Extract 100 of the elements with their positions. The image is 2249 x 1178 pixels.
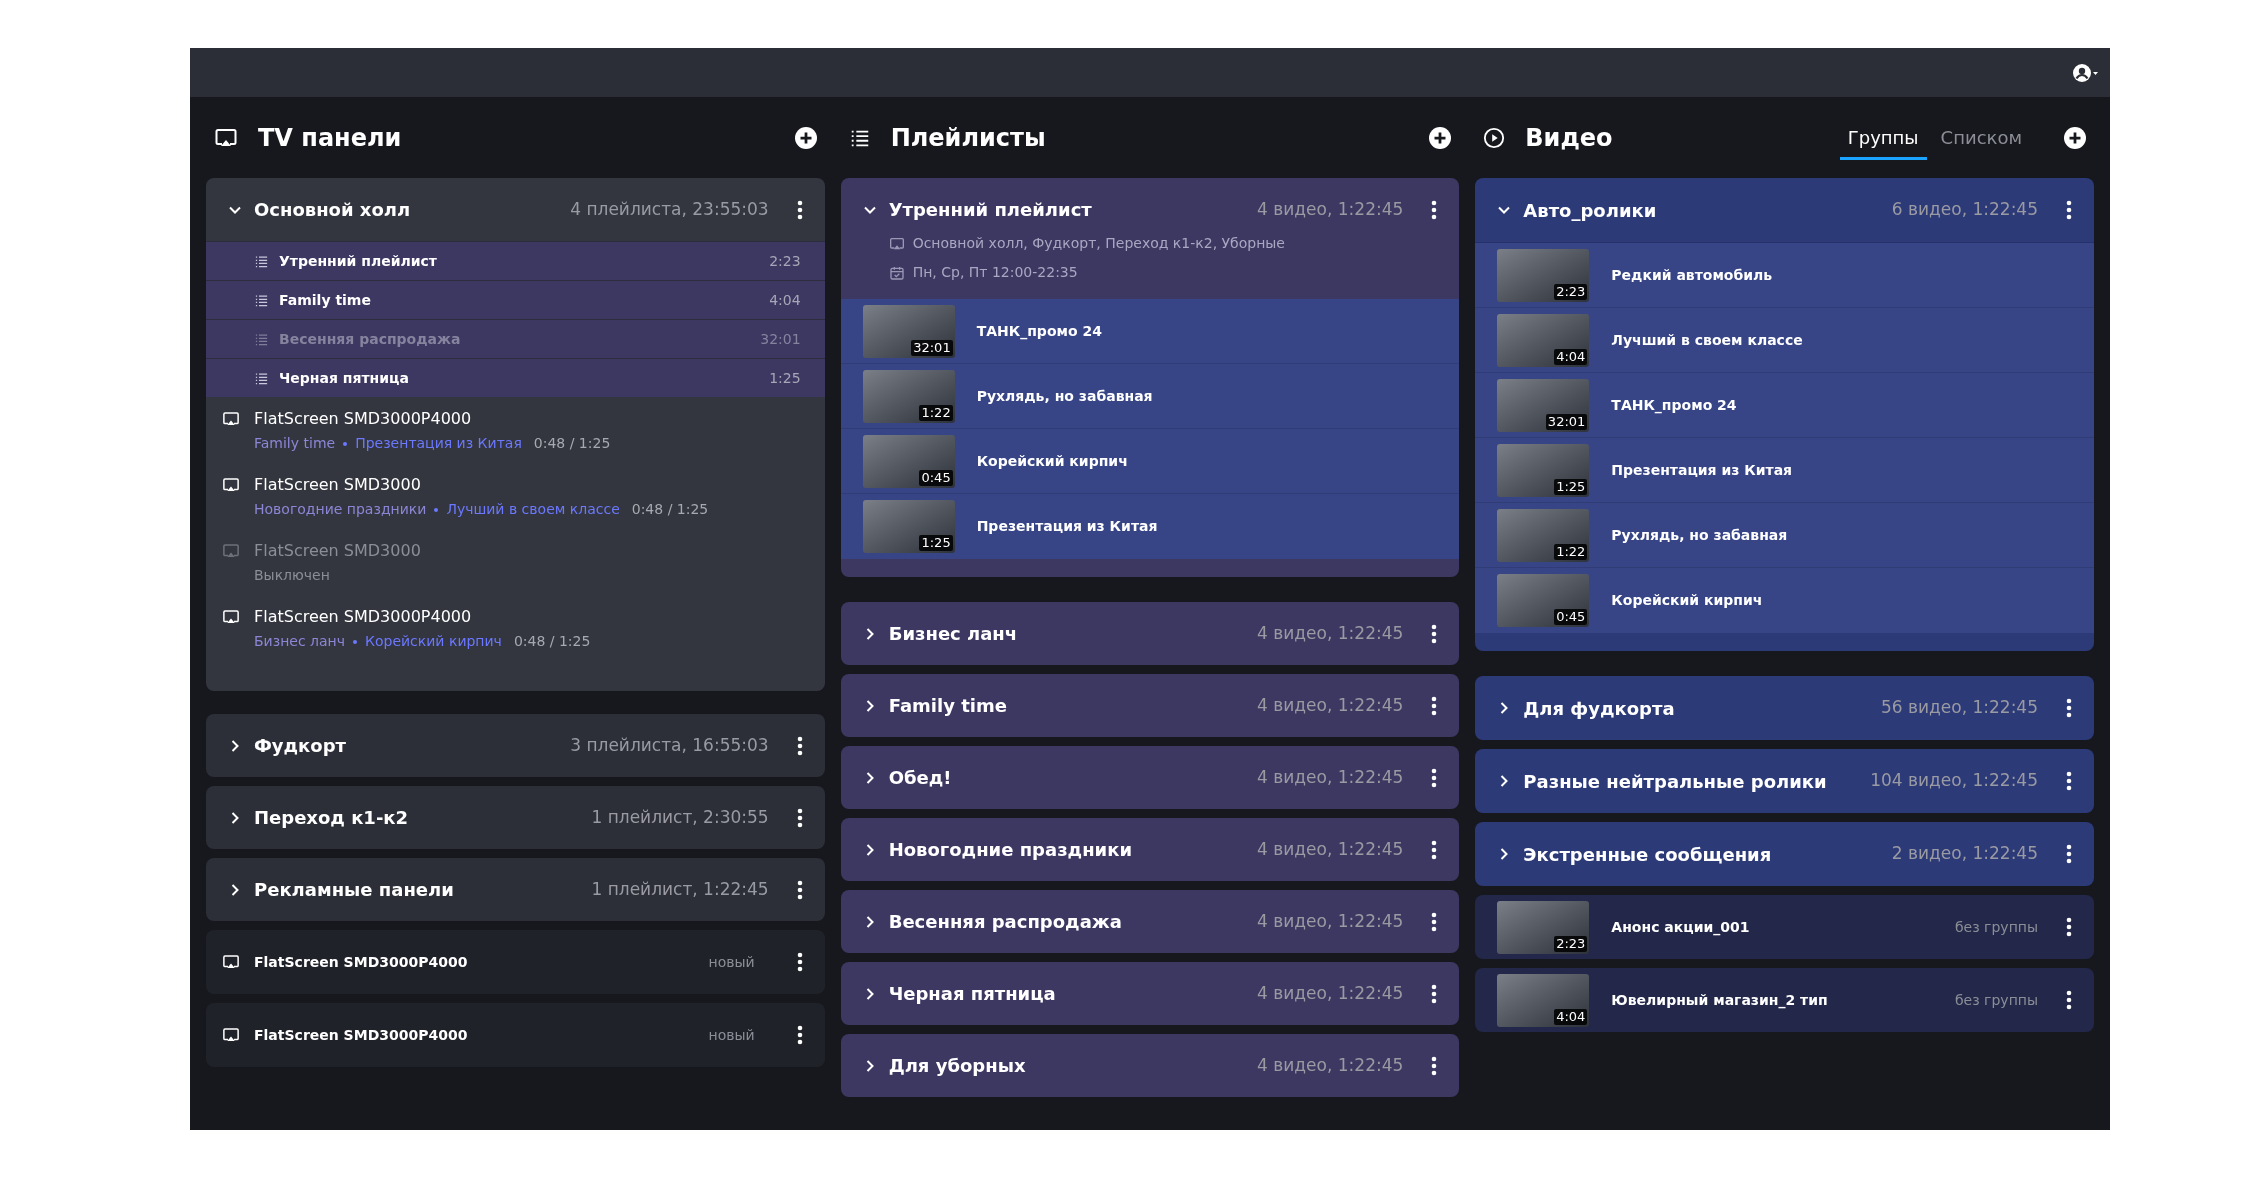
more-icon[interactable]	[1431, 767, 1438, 788]
playlist-card[interactable]: Family time 4 видео, 1:22:45	[840, 674, 1460, 737]
more-icon[interactable]	[1431, 623, 1438, 644]
video-row[interactable]: 32:01 ТАНК_промо 24	[840, 299, 1460, 364]
more-icon[interactable]	[2066, 771, 2072, 791]
video-row[interactable]: 1:22 Рухлядь, но забавная	[840, 364, 1460, 429]
more-icon[interactable]	[796, 199, 803, 220]
more-icon[interactable]	[2066, 917, 2072, 937]
playlist-link[interactable]: Family time	[254, 433, 336, 454]
device-row[interactable]: FlatScreen SMD3000 Новогодние праздники Лучший в своем классе 0:48 / 1:25	[206, 473, 825, 539]
group-card[interactable]: Фудкорт 3 плейлиста, 16:55:03	[206, 714, 825, 777]
device-status: новый	[708, 952, 755, 972]
video-group-card[interactable]: Экстренные сообщения 2 видео, 1:22:45	[1475, 822, 2094, 886]
playlist-card[interactable]: Черная пятница 4 видео, 1:22:45	[840, 962, 1460, 1025]
playback-time: 0:48 / 1:25	[533, 434, 611, 453]
video-group-card[interactable]: Для фудкорта 56 видео, 1:22:45	[1475, 676, 2094, 740]
playlist-card[interactable]: Обед! 4 видео, 1:22:45	[840, 746, 1460, 809]
device-row[interactable]: FlatScreen SMD3000 Выключен	[206, 539, 825, 605]
video-group-status: без группы	[1954, 990, 2038, 1010]
video-name: Лучший в своем классе	[1611, 330, 1803, 350]
video-row[interactable]: 4:04 Лучший в своем классе	[1475, 308, 2094, 373]
device-row[interactable]: FlatScreen SMD3000P4000 Бизнес ланч Корейский кирпич 0:48 / 1:25	[206, 605, 825, 671]
more-icon[interactable]	[1431, 695, 1438, 716]
screen-icon	[222, 476, 240, 494]
playlist-card[interactable]: Весенняя распродажа 4 видео, 1:22:45	[840, 890, 1460, 953]
more-icon[interactable]	[796, 952, 803, 972]
more-icon[interactable]	[2066, 844, 2072, 864]
playlist-card[interactable]: Бизнес ланч 4 видео, 1:22:45	[840, 602, 1460, 665]
group-card[interactable]	[206, 178, 825, 691]
calendar-icon	[888, 264, 905, 281]
device-row[interactable]: FlatScreen SMD3000P4000 Family time Презентация из Китая 0:48 / 1:25	[206, 407, 825, 473]
video-row[interactable]: 1:22 Рухлядь, но забавная	[1475, 503, 2094, 568]
more-icon[interactable]	[1431, 839, 1438, 860]
more-icon[interactable]	[796, 879, 803, 900]
video-group-card[interactable]: Авто_ролики 6 видео, 1:22:45 2:23 Редкий автомобиль 4:04 Лучший в своем классе 32:01 ТАНК_промо 24 1:25 Презентация из Китая 1:22 Рухлядь, но забавная 0:45 Корейский кирпич	[1475, 178, 2094, 651]
group-name: Обед!	[888, 766, 953, 790]
video-row[interactable]: 0:45 Корейский кирпич	[840, 429, 1460, 494]
playlist-row[interactable]: Черная пятница 1:25	[206, 358, 825, 397]
group-name: Бизнес ланч	[888, 622, 1019, 646]
playlist-card[interactable]: Новогодние праздники 4 видео, 1:22:45	[840, 818, 1460, 881]
list-icon	[254, 331, 269, 347]
duration-badge: 2:23	[1554, 935, 1588, 952]
video-name: Редкий автомобиль	[1611, 265, 1773, 285]
playlist-row[interactable]: Family time 4:04	[206, 280, 825, 319]
group-card[interactable]: Рекламные панели 1 плейлист, 1:22:45	[206, 858, 825, 921]
playlist-name: Весенняя распродажа	[279, 329, 462, 349]
group-name: Основной холл	[254, 198, 412, 222]
view-tab[interactable]: Списком	[1932, 115, 2030, 160]
add-icon[interactable]	[1429, 126, 1452, 149]
add-icon[interactable]	[794, 126, 817, 149]
group-summary: 4 видео, 1:22:45	[1257, 621, 1404, 645]
device-card[interactable]: FlatScreen SMD3000P4000 новый	[206, 1003, 825, 1067]
group-summary: 104 видео, 1:22:45	[1870, 769, 2038, 793]
video-row[interactable]: 1:25 Презентация из Китая	[840, 494, 1460, 559]
device-card[interactable]: FlatScreen SMD3000P4000 новый	[206, 930, 825, 994]
playlist-name: Family time	[279, 290, 372, 310]
more-icon[interactable]	[796, 1025, 803, 1045]
duration-badge: 2:23	[1554, 283, 1588, 300]
video-card[interactable]: 4:04 Ювелирный магазин_2 тип без группы	[1475, 968, 2094, 1032]
more-icon[interactable]	[1431, 911, 1438, 932]
playlist-schedule: Пн, Ср, Пт 12:00-22:35	[912, 263, 1078, 282]
user-menu-icon[interactable]	[2072, 62, 2100, 83]
more-icon[interactable]	[1431, 1055, 1438, 1076]
playlist-link[interactable]: Бизнес ланч	[254, 631, 345, 652]
column-title: Видео	[1525, 122, 1614, 154]
video-group-card[interactable]: Разные нейтральные ролики 104 видео, 1:22:45	[1475, 749, 2094, 813]
video-row[interactable]: 1:25 Презентация из Китая	[1475, 438, 2094, 503]
group-summary: 4 видео, 1:22:45	[1257, 765, 1404, 789]
more-icon[interactable]	[1431, 199, 1438, 220]
device-name: FlatScreen SMD3000	[254, 474, 422, 496]
video-card[interactable]: 2:23 Анонс акции_001 без группы	[1475, 895, 2094, 959]
more-icon[interactable]	[2066, 990, 2072, 1010]
list-icon	[254, 370, 269, 386]
video-row[interactable]: 32:01 ТАНК_промо 24	[1475, 373, 2094, 438]
video-name: Презентация из Китая	[1611, 460, 1793, 480]
device-name: FlatScreen SMD3000P4000	[254, 606, 473, 628]
more-icon[interactable]	[2066, 698, 2072, 718]
view-tab[interactable]: Группы	[1839, 115, 1927, 160]
more-icon[interactable]	[796, 807, 803, 828]
video-name: ТАНК_промо 24	[976, 321, 1102, 342]
duration-badge: 1:25	[919, 535, 953, 551]
add-icon[interactable]	[2064, 126, 2086, 149]
playlist-screens: Основной холл, Фудкорт, Переход к1-к2, Уборные	[912, 234, 1285, 253]
playlist-row[interactable]: Утренний плейлист 2:23	[206, 241, 825, 280]
duration-badge: 4:04	[1554, 348, 1588, 365]
device-name: FlatScreen SMD3000P4000	[254, 408, 473, 430]
playlist-link[interactable]: Новогодние праздники	[254, 499, 427, 520]
more-icon[interactable]	[796, 735, 803, 756]
video-row[interactable]: 2:23 Редкий автомобиль	[1475, 243, 2094, 308]
group-card[interactable]: Переход к1-к2 1 плейлист, 2:30:55	[206, 786, 825, 849]
playlist-card[interactable]: Для уборных 4 видео, 1:22:45	[840, 1034, 1460, 1097]
group-name: Авто_ролики	[1523, 198, 1658, 223]
video-row[interactable]: 0:45 Корейский кирпич	[1475, 568, 2094, 633]
playlist-card[interactable]: Утренний плейлист 4 видео, 1:22:45 Основной холл, Фудкорт, Переход к1-к2, Уборные Пн, Ср, Пт 12:00-22:35 32:01 ТАНК_промо 24 1:22 Рухлядь, но забавная 0:45 Корейский кирпич 1:25 Презентация из Китая	[840, 178, 1460, 577]
more-icon[interactable]	[2066, 200, 2072, 220]
group-summary: 4 видео, 1:22:45	[1257, 197, 1404, 221]
more-icon[interactable]	[1431, 983, 1438, 1004]
playlist-name: Утренний плейлист	[279, 251, 438, 271]
device-name: FlatScreen SMD3000P4000	[254, 1025, 469, 1045]
group-summary: 1 плейлист, 1:22:45	[591, 877, 769, 901]
